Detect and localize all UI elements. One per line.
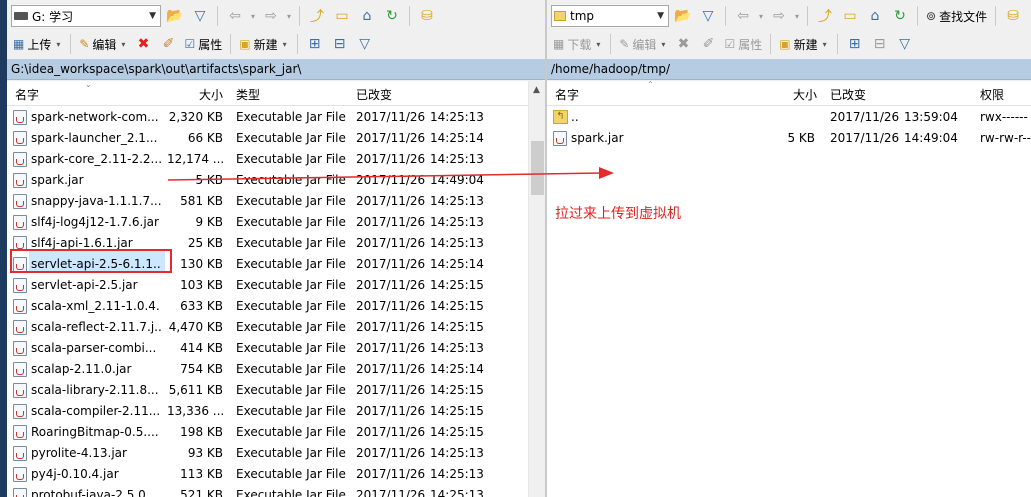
drag-arrow-line	[167, 172, 603, 181]
drag-arrow-head	[599, 167, 614, 179]
drag-arrow	[167, 167, 614, 181]
annotation-text: 拉过来上传到虚拟机	[555, 206, 681, 222]
